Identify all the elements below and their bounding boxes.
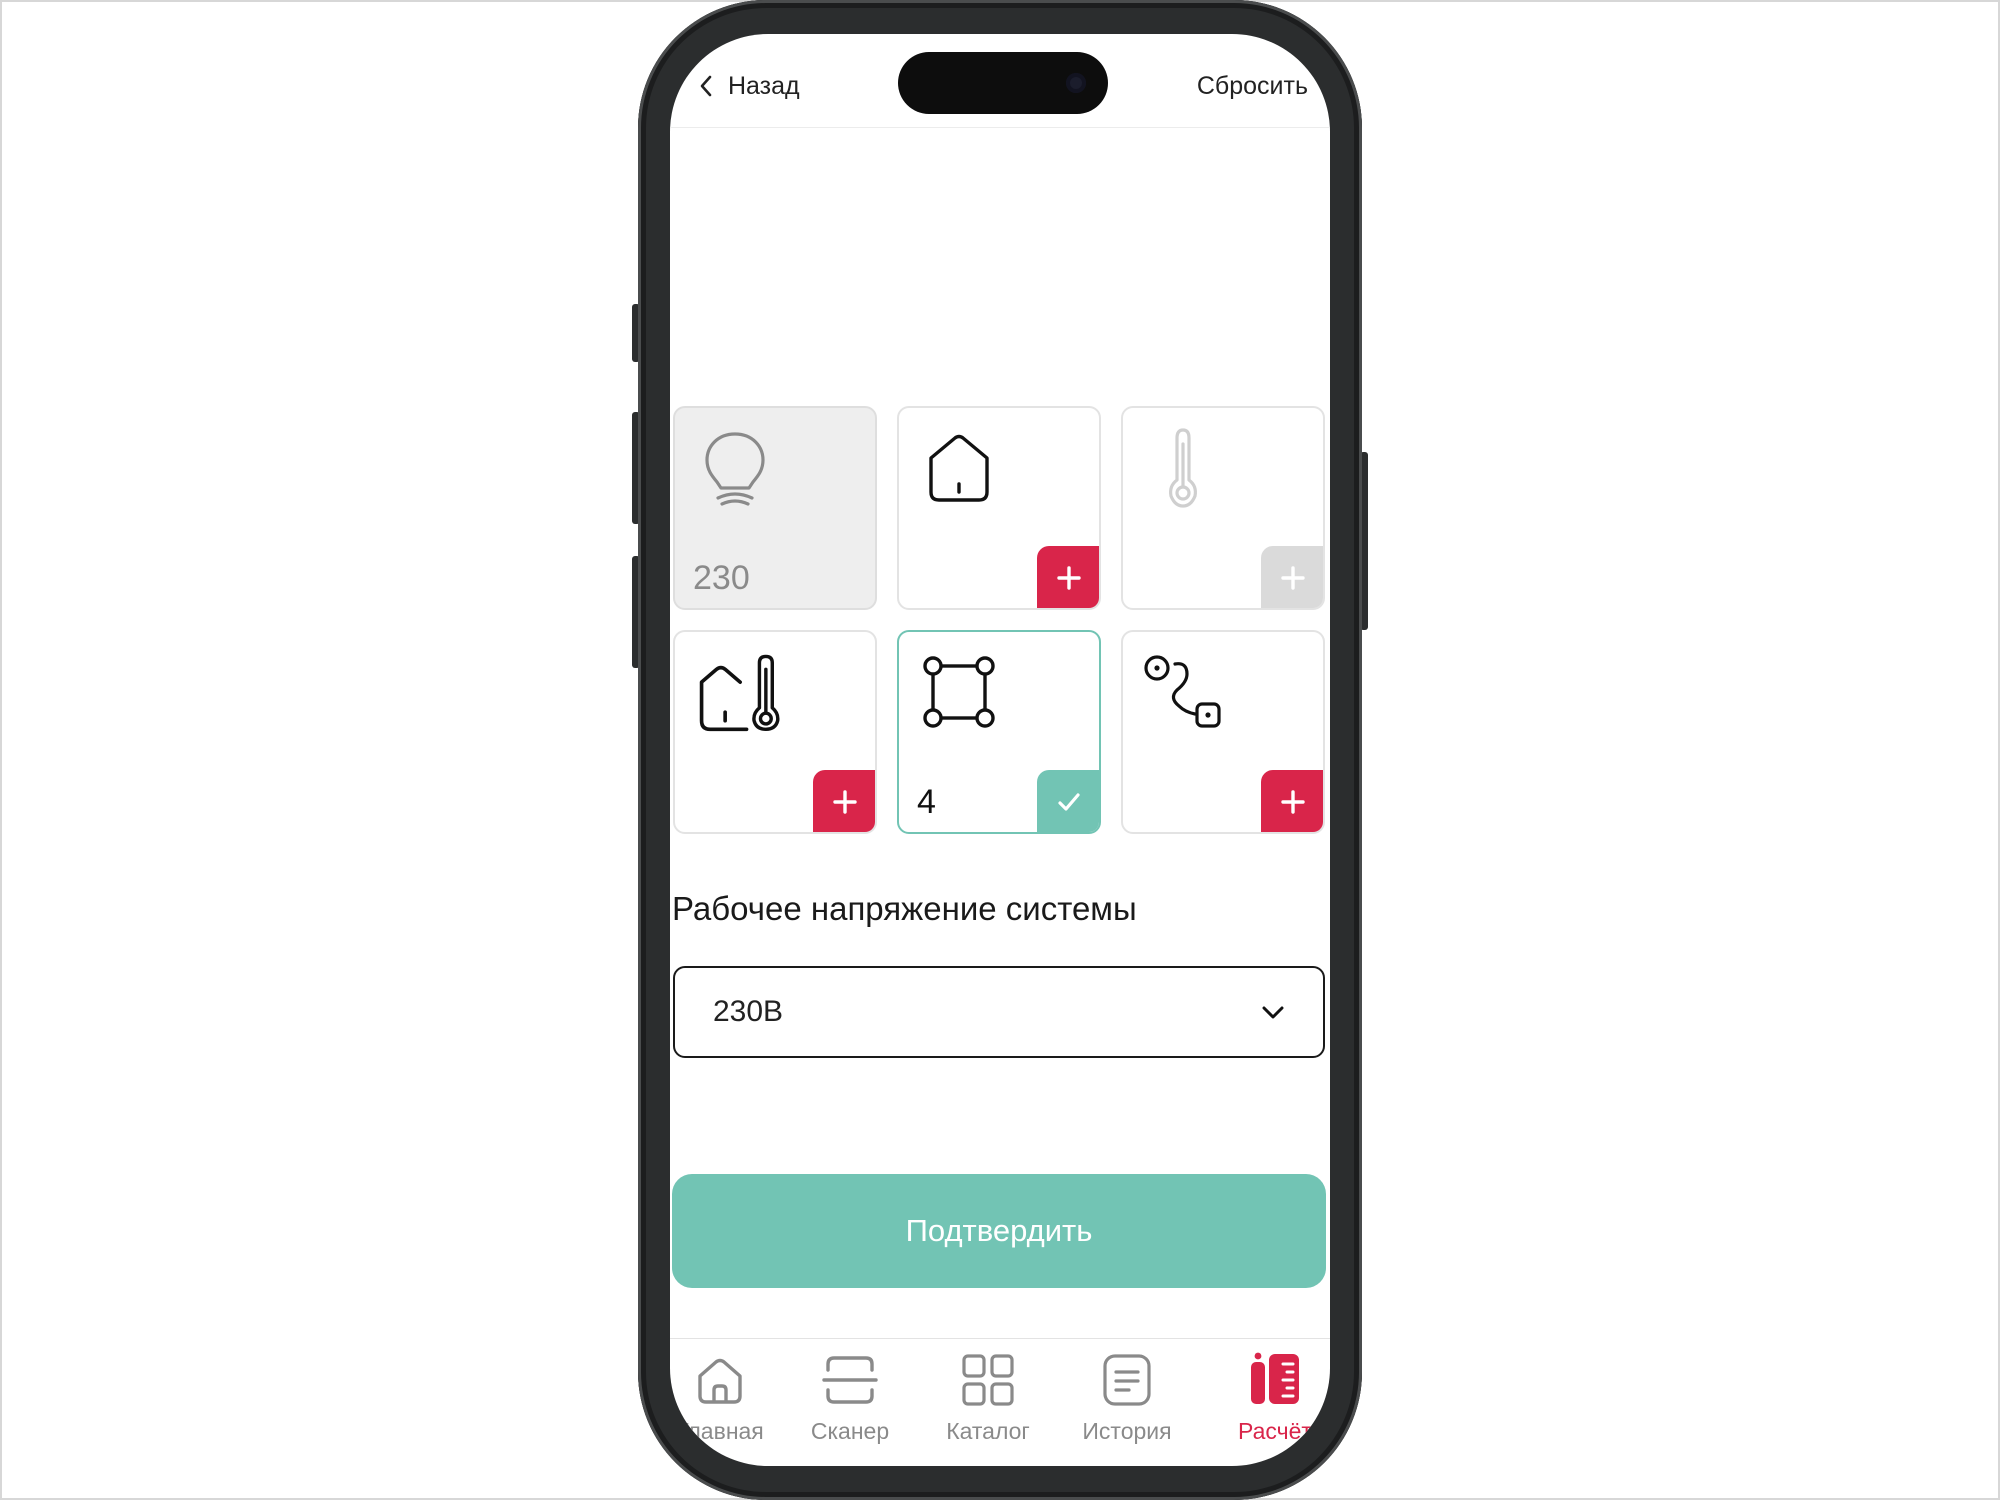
tile-thermometer[interactable]: [1121, 406, 1325, 610]
house-icon: [929, 434, 989, 502]
back-button[interactable]: Назад: [698, 66, 800, 106]
history-list-icon: [1103, 1354, 1151, 1406]
calculation-icon: [1251, 1352, 1299, 1404]
catalog-grid-icon: [962, 1354, 1014, 1406]
route-icon: [1144, 655, 1221, 728]
reset-button[interactable]: Сбросить: [1197, 66, 1308, 106]
tab-catalog[interactable]: Каталог: [928, 1350, 1048, 1460]
confirm-button[interactable]: Подтвердить: [672, 1174, 1326, 1288]
thermometer-icon: [1169, 428, 1197, 508]
add-button-disabled: [1261, 546, 1323, 608]
voltage-select-value: 230В: [713, 995, 784, 1028]
home-icon: [698, 1358, 742, 1404]
tab-calculation[interactable]: Расчёт: [1215, 1350, 1330, 1460]
tile-area[interactable]: 4: [897, 630, 1101, 834]
chevron-left-icon: [700, 75, 712, 97]
tab-scanner[interactable]: Сканер: [790, 1350, 910, 1460]
tab-label: История: [1082, 1418, 1172, 1444]
plus-icon: [1281, 566, 1305, 590]
plus-icon: [833, 790, 857, 814]
camera-lens: [1066, 73, 1086, 93]
add-button[interactable]: [1261, 770, 1323, 832]
lightbulb-icon: [705, 432, 765, 506]
chevron-down-icon: [1262, 1006, 1284, 1019]
tab-label: Каталог: [946, 1418, 1030, 1444]
phone-screen: Назад Сбросить 230 4 Рабочее напряжение …: [670, 34, 1330, 1466]
back-label: Назад: [728, 71, 800, 100]
plus-icon: [1057, 566, 1081, 590]
tab-label: Главная: [676, 1418, 764, 1444]
tab-label: Сканер: [810, 1418, 890, 1444]
house-thermometer-icon: [699, 654, 780, 732]
tile-house-thermometer[interactable]: [673, 630, 877, 834]
tabbar-divider: [670, 1338, 1330, 1339]
tile-lightbulb[interactable]: 230: [673, 406, 877, 610]
area-square-icon: [923, 656, 995, 728]
add-button[interactable]: [813, 770, 875, 832]
phone-frame: Назад Сбросить 230 4 Рабочее напряжение …: [638, 0, 1362, 1500]
header-divider: [670, 127, 1330, 128]
tab-home[interactable]: Главная: [670, 1350, 780, 1460]
tile-value: 4: [917, 783, 936, 821]
tile-value: 230: [693, 559, 750, 597]
confirmed-badge[interactable]: [1037, 770, 1099, 832]
add-button[interactable]: [1037, 546, 1099, 608]
plus-icon: [1281, 790, 1305, 814]
voltage-select[interactable]: 230В: [673, 966, 1325, 1058]
check-icon: [1058, 793, 1080, 811]
dynamic-island: [898, 52, 1108, 114]
scanner-icon: [822, 1356, 878, 1404]
tab-history[interactable]: История: [1067, 1350, 1187, 1460]
tile-house[interactable]: [897, 406, 1101, 610]
tab-label: Расчёт: [1238, 1418, 1312, 1444]
voltage-label: Рабочее напряжение системы: [672, 890, 1137, 927]
tile-route[interactable]: [1121, 630, 1325, 834]
